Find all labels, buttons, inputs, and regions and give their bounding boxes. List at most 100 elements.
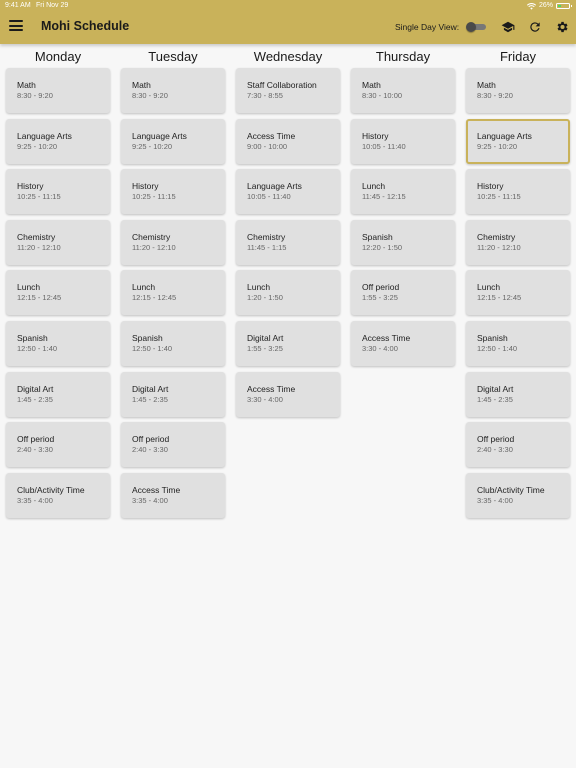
class-card[interactable]: Digital Art 1:45 - 2:35 [6,371,110,417]
class-card[interactable]: Digital Art 1:45 - 2:35 [466,371,570,417]
class-card[interactable]: Chemistry 11:45 - 1:15 [236,219,340,265]
day-header: Friday [499,49,537,64]
day-header: Monday [34,49,82,64]
class-card[interactable]: Chemistry 11:20 - 12:10 [121,219,225,265]
class-time: 9:25 - 10:20 [477,141,518,151]
class-card[interactable]: History 10:25 - 11:15 [466,169,570,215]
class-time: 10:05 - 11:40 [247,192,291,202]
class-card[interactable]: Access Time 3:30 - 4:00 [351,321,455,366]
school-button[interactable] [501,20,515,34]
class-card[interactable]: Club/Activity Time 3:35 - 4:00 [6,472,110,518]
day-column-tuesday: Tuesday Math 8:30 - 9:20 Language Arts 9:25 … [121,44,225,518]
class-card[interactable]: Off period 2:40 - 3:30 [121,422,225,468]
wifi-icon [526,2,536,10]
class-name: Off period [362,282,400,293]
class-time: 8:30 - 10:00 [362,91,403,100]
class-name: Math [132,80,151,90]
status-bar: 9:41 AM Fri Nov 29 26% [0,0,576,12]
class-time: 10:25 - 11:15 [132,192,176,202]
class-name: Digital Art [17,383,54,394]
class-time: 8:30 - 9:20 [132,91,168,100]
class-card[interactable]: Math 8:30 - 9:20 [466,68,570,113]
single-day-view-toggle[interactable] [466,22,488,32]
class-time: 12:20 - 1:50 [362,242,403,252]
class-name: Off period [477,434,515,445]
class-time: 11:45 - 1:15 [247,242,287,252]
class-time: 1:20 - 1:50 [247,293,283,303]
class-time: 2:40 - 3:30 [17,445,53,455]
class-time: 12:50 - 1:40 [132,344,173,353]
class-name: Lunch [132,282,156,293]
class-card[interactable]: Spanish 12:50 - 1:40 [466,321,570,366]
class-card[interactable]: Lunch 12:15 - 12:45 [6,270,110,316]
day-column-thursday: Thursday Math 8:30 - 10:00 History 10:05 - 1… [351,44,455,366]
class-name: Access Time [247,383,296,394]
class-name: Lunch [362,181,386,192]
class-time: 2:40 - 3:30 [132,445,168,455]
class-time: 12:15 - 12:45 [17,293,62,303]
class-time: 12:50 - 1:40 [17,344,58,353]
class-time: 1:45 - 2:35 [17,394,53,404]
settings-button[interactable] [555,20,569,34]
class-time: 9:25 - 10:20 [132,141,173,151]
class-name: Language Arts [477,130,532,141]
class-card[interactable]: Off period 2:40 - 3:30 [6,422,110,468]
class-card[interactable]: Math 8:30 - 10:00 [351,68,455,113]
class-name: Math [362,80,381,90]
class-card[interactable]: Lunch 11:45 - 12:15 [351,169,455,215]
class-card[interactable]: Access Time 9:00 - 10:00 [236,118,340,164]
class-card[interactable]: Access Time 3:30 - 4:00 [236,371,340,417]
battery-percent: 26% [538,2,553,9]
class-card[interactable]: Language Arts 9:25 - 10:20 [6,118,110,164]
class-card[interactable]: History 10:05 - 11:40 [351,118,455,164]
class-name: Lunch [247,282,271,293]
class-card[interactable]: Digital Art 1:45 - 2:35 [121,371,225,417]
class-card[interactable]: Club/Activity Time 3:35 - 4:00 [466,472,570,518]
menu-button[interactable] [9,20,23,32]
class-time: 9:00 - 10:00 [247,141,288,151]
class-card[interactable]: Spanish 12:20 - 1:50 [351,219,455,265]
class-card[interactable]: Access Time 3:35 - 4:00 [121,472,225,518]
day-column-monday: Monday Math 8:30 - 9:20 Language Arts 9:25 -… [6,44,110,518]
battery-icon [556,3,572,9]
class-card[interactable]: Off period 1:55 - 3:25 [351,270,455,316]
class-card[interactable]: Lunch 1:20 - 1:50 [236,270,340,316]
class-card[interactable]: History 10:25 - 11:15 [6,169,110,215]
class-time: 3:35 - 4:00 [17,495,53,505]
class-time: 1:45 - 2:35 [132,394,168,404]
class-card[interactable]: Language Arts 10:05 - 11:40 [236,169,340,215]
class-name: History [477,181,504,192]
class-time: 12:50 - 1:40 [477,344,518,353]
class-card[interactable]: Math 8:30 - 9:20 [6,68,110,113]
class-name: Access Time [132,484,181,495]
class-time: 3:30 - 4:00 [247,394,283,404]
refresh-button[interactable] [528,20,542,34]
class-time: 11:20 - 12:10 [132,242,176,252]
app-title: Mohi Schedule [41,19,130,33]
class-time: 10:25 - 11:15 [477,192,521,202]
refresh-icon [530,22,540,32]
status-date: Fri Nov 29 [36,2,69,9]
class-card-current[interactable]: Language Arts 9:25 - 10:20 [466,118,570,164]
class-card[interactable]: Spanish 12:50 - 1:40 [121,321,225,366]
class-card[interactable]: Math 8:30 - 9:20 [121,68,225,113]
class-time: 1:45 - 2:35 [477,394,513,404]
class-card[interactable]: Digital Art 1:55 - 3:25 [236,321,340,366]
class-card[interactable]: Lunch 12:15 - 12:45 [121,270,225,316]
class-name: Spanish [132,333,163,343]
gear-icon [557,21,568,33]
class-card[interactable]: Staff Collaboration 7:30 - 8:55 [236,68,340,113]
class-card[interactable]: Spanish 12:50 - 1:40 [6,321,110,366]
class-time: 3:35 - 4:00 [477,495,513,505]
class-card[interactable]: Lunch 12:15 - 12:45 [466,270,570,316]
class-card[interactable]: Language Arts 9:25 - 10:20 [121,118,225,164]
class-card[interactable]: Off period 2:40 - 3:30 [466,422,570,468]
class-name: Digital Art [477,383,514,394]
day-column-wednesday: Wednesday Staff Collaboration 7:30 - 8:55 A… [236,44,340,417]
class-card[interactable]: Chemistry 11:20 - 12:10 [466,219,570,265]
day-header: Wednesday [253,49,323,64]
class-card[interactable]: Chemistry 11:20 - 12:10 [6,219,110,265]
class-time: 8:30 - 9:20 [477,91,513,100]
class-card[interactable]: History 10:25 - 11:15 [121,169,225,215]
class-time: 11:20 - 12:10 [477,242,521,252]
